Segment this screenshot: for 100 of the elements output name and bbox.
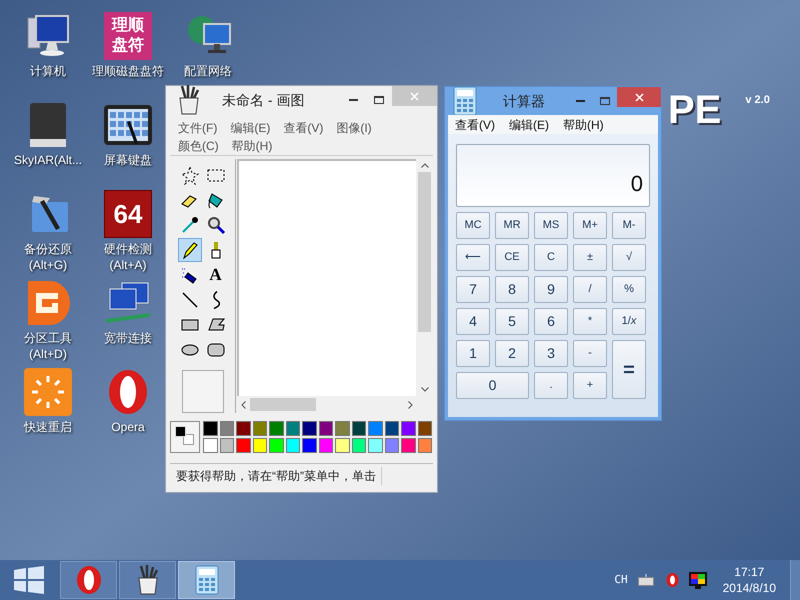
palette-swatch[interactable] <box>368 421 382 436</box>
calculator-key[interactable]: 9 <box>534 276 568 303</box>
calculator-key[interactable]: 7 <box>456 276 490 303</box>
desktop-icon-label[interactable]: 计算机 <box>30 63 66 79</box>
taskbar-app-button[interactable] <box>60 561 117 599</box>
menu-item[interactable]: 查看(V) <box>455 116 495 134</box>
palette-swatch[interactable] <box>302 421 316 436</box>
calculator-icon <box>194 565 218 595</box>
opera-logo-icon <box>106 368 150 416</box>
wallpaper-logo: PE <box>668 88 722 132</box>
opera-logo-icon[interactable] <box>666 573 679 587</box>
palette-swatch[interactable] <box>335 438 350 453</box>
desktop-icon-label[interactable]: SkyIAR(Alt... <box>14 152 82 168</box>
desktop-icon-label[interactable]: 分区工具 (Alt+D) <box>24 330 72 362</box>
free-select-icon <box>180 165 200 185</box>
vertical-scrollbar[interactable] <box>416 159 433 396</box>
palette-swatch[interactable] <box>352 421 366 436</box>
palette-swatch[interactable] <box>401 421 416 436</box>
desktop-icon-label[interactable]: 备份还原 (Alt+G) <box>24 241 72 273</box>
calculator-key[interactable]: = <box>612 340 646 399</box>
tool-button[interactable] <box>178 238 202 262</box>
calculator-key[interactable]: ± <box>573 244 607 271</box>
language-indicator[interactable]: CH <box>614 572 628 588</box>
palette-swatch[interactable] <box>220 421 234 436</box>
menu-item[interactable]: 查看(V) <box>283 119 324 137</box>
current-colors-box[interactable] <box>170 421 200 453</box>
palette-swatch[interactable] <box>384 438 399 453</box>
desktop-icon-label[interactable]: 理顺磁盘盘符 <box>92 63 164 79</box>
calculator-key[interactable]: 1/x <box>612 308 646 335</box>
palette-swatch[interactable] <box>368 438 382 453</box>
calculator-key[interactable]: ⟵ <box>456 244 490 271</box>
window-title: 未命名 - 画图 <box>222 90 304 110</box>
calculator-key[interactable]: 8 <box>495 276 529 303</box>
desktop-icon-label[interactable]: 快速重启 <box>24 419 72 435</box>
palette-swatch[interactable] <box>352 438 366 453</box>
calculator-key[interactable]: M- <box>612 212 646 239</box>
curve-icon <box>212 291 220 309</box>
calculator-key[interactable]: + <box>573 372 607 399</box>
calculator-key[interactable]: 0 <box>456 372 529 399</box>
menu-item[interactable]: 帮助(H) <box>232 137 272 155</box>
magnifier-icon <box>206 215 226 235</box>
menu-item[interactable]: 颜色(C) <box>178 137 219 155</box>
palette-swatch[interactable] <box>236 438 250 453</box>
calculator-key[interactable]: . <box>534 372 568 399</box>
palette-swatch[interactable] <box>418 438 432 453</box>
clock[interactable]: 17:17 2014/8/10 <box>722 564 776 596</box>
calculator-key[interactable]: C <box>534 244 568 271</box>
palette-swatch[interactable] <box>203 421 218 436</box>
palette-swatch[interactable] <box>318 421 333 436</box>
palette-swatch[interactable] <box>286 421 300 436</box>
palette-swatch[interactable] <box>220 438 234 453</box>
color-monitor-icon[interactable] <box>688 572 707 588</box>
palette-swatch[interactable] <box>335 421 350 436</box>
partition-logo-icon <box>26 279 70 327</box>
calculator-key[interactable]: - <box>573 340 607 367</box>
menu-item[interactable]: 编辑(E) <box>509 116 549 134</box>
palette-swatch[interactable] <box>418 421 432 436</box>
calculator-key[interactable]: 2 <box>495 340 529 367</box>
calculator-key[interactable]: M+ <box>573 212 607 239</box>
palette-swatch[interactable] <box>236 421 250 436</box>
menu-item[interactable]: 编辑(E) <box>230 119 270 137</box>
window-title: 计算器 <box>503 92 545 110</box>
palette-swatch[interactable] <box>384 421 399 436</box>
drive-icon <box>28 101 68 149</box>
desktop-icon-label[interactable]: 宽带连接 <box>104 330 152 346</box>
line-icon <box>180 290 200 310</box>
palette-swatch[interactable] <box>318 438 333 453</box>
palette-swatch[interactable] <box>252 421 267 436</box>
palette-swatch[interactable] <box>401 438 416 453</box>
calculator-key[interactable]: MS <box>534 212 568 239</box>
menu-item[interactable]: 帮助(H) <box>563 116 604 134</box>
palette-swatch[interactable] <box>302 438 316 453</box>
menu-item[interactable]: 图像(I) <box>336 119 372 137</box>
calculator-key[interactable]: √ <box>612 244 646 271</box>
calculator-key[interactable]: * <box>573 308 607 335</box>
calculator-key[interactable]: % <box>612 276 646 303</box>
keyboard-icon[interactable] <box>638 574 654 586</box>
calculator-key[interactable]: / <box>573 276 607 303</box>
desktop-icon-label[interactable]: 屏幕键盘 <box>104 152 152 168</box>
palette-swatch[interactable] <box>269 421 284 436</box>
desktop-icon-label[interactable]: 硬件检测 (Alt+A) <box>104 241 152 273</box>
palette-swatch[interactable] <box>286 438 300 453</box>
palette-swatch[interactable] <box>203 438 218 453</box>
close-button[interactable] <box>617 87 661 107</box>
wallpaper-version: v 2.0 <box>745 93 770 108</box>
desktop-icon-label[interactable]: 配置网络 <box>184 63 232 79</box>
calculator-key[interactable]: MR <box>495 212 529 239</box>
calculator-key[interactable]: MC <box>456 212 490 239</box>
tool-button[interactable]: A <box>204 263 228 287</box>
calculator-key[interactable]: 5 <box>495 308 529 335</box>
menu-item[interactable]: 文件(F) <box>178 119 218 137</box>
desktop-icon-label[interactable]: Opera <box>111 419 145 435</box>
palette-swatch[interactable] <box>269 438 284 453</box>
taskbar-app-button[interactable] <box>119 561 176 599</box>
calculator-key[interactable]: 1 <box>456 340 490 367</box>
calculator-key[interactable]: 3 <box>534 340 568 367</box>
palette-swatch[interactable] <box>252 438 267 453</box>
calculator-key[interactable]: 4 <box>456 308 490 335</box>
calculator-key[interactable]: CE <box>495 244 529 271</box>
calculator-key[interactable]: 6 <box>534 308 568 335</box>
